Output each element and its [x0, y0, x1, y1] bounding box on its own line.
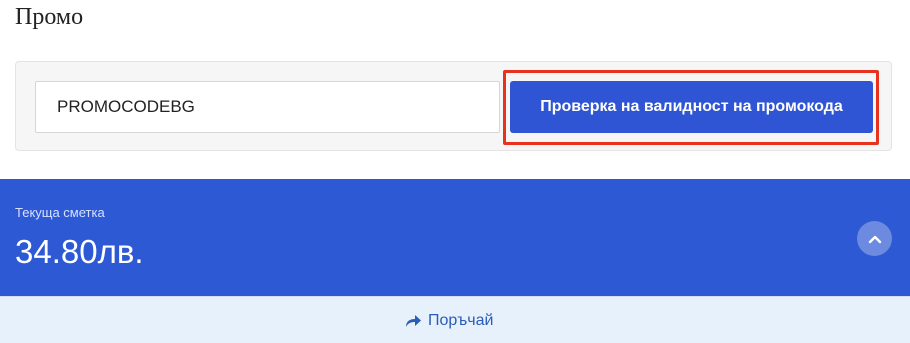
current-bill-bar: Текуща сметка 34.80лв.: [0, 179, 910, 296]
promo-code-input[interactable]: [35, 81, 500, 133]
current-bill-amount: 34.80лв.: [15, 233, 144, 270]
order-link[interactable]: Поръчай: [405, 312, 493, 330]
current-bill-label: Текуща сметка: [15, 205, 105, 220]
arrow-right-icon: [406, 315, 421, 327]
check-promo-button[interactable]: Проверка на валидност на промокода: [510, 81, 873, 133]
page: Промо Проверка на валидност на промокода…: [0, 0, 910, 343]
collapse-button[interactable]: [857, 221, 892, 256]
chevron-up-icon: [868, 235, 881, 243]
order-label: Поръчай: [428, 312, 494, 329]
promo-section-title: Промо: [15, 4, 84, 30]
order-bar: Поръчай: [0, 296, 910, 343]
